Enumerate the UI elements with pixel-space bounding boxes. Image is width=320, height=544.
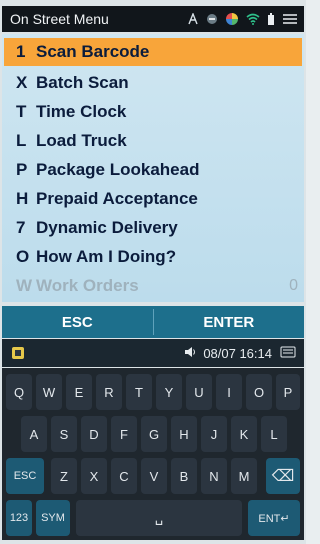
key-c[interactable]: C (111, 458, 137, 494)
menu-item-label: Prepaid Acceptance (36, 188, 198, 208)
keyboard-row-2: A S D F G H J K L (2, 416, 304, 454)
key-w[interactable]: W (36, 374, 62, 410)
enter-softkey[interactable]: ENTER (154, 306, 305, 338)
menu-item-key: H (16, 188, 29, 208)
title-bar: On Street Menu (2, 6, 304, 32)
key-p[interactable]: P (276, 374, 300, 410)
key-q[interactable]: Q (6, 374, 32, 410)
key-y[interactable]: Y (156, 374, 182, 410)
key-enter[interactable]: ENT↵ (248, 500, 300, 536)
menu-item-key: X (16, 72, 28, 92)
key-m[interactable]: M (231, 458, 257, 494)
window-title: On Street Menu (10, 11, 109, 27)
menu-item-dynamic-delivery[interactable]: 7 Dynamic Delivery (2, 213, 304, 242)
antenna-icon (187, 13, 199, 25)
menu-item-scan-barcode[interactable]: 1 Scan Barcode (4, 38, 302, 66)
key-z[interactable]: Z (51, 458, 77, 494)
menu-item-label: Time Clock (36, 101, 127, 121)
key-j[interactable]: J (201, 416, 227, 452)
key-sym[interactable]: SYM (36, 500, 70, 536)
battery-icon (267, 12, 275, 26)
menu-item-batch-scan[interactable]: X Batch Scan (2, 68, 304, 97)
menu-item-prepaid-acceptance[interactable]: H Prepaid Acceptance (2, 184, 304, 213)
key-s[interactable]: S (51, 416, 77, 452)
keyboard-row-3: ESC Z X C V B N M ⌫ (2, 458, 304, 496)
key-l[interactable]: L (261, 416, 287, 452)
key-f[interactable]: F (111, 416, 137, 452)
key-u[interactable]: U (186, 374, 212, 410)
key-r[interactable]: R (96, 374, 122, 410)
menu-icon[interactable] (282, 13, 298, 25)
menu-item-key: T (16, 101, 27, 121)
work-orders-count: 0 (289, 276, 298, 294)
key-o[interactable]: O (246, 374, 272, 410)
key-b[interactable]: B (171, 458, 197, 494)
keyboard-row-4: 123 SYM ␣ ENT↵ (2, 500, 304, 538)
menu-item-key: O (16, 246, 30, 266)
menu-item-key: 7 (16, 217, 26, 237)
menu-item-key: P (16, 159, 28, 179)
device-screen: On Street Menu 1 Scan Barcode X Batch Sc… (0, 0, 306, 544)
menu-item-key: W (16, 275, 33, 295)
key-n[interactable]: N (201, 458, 227, 494)
status-icons (187, 12, 304, 26)
key-g[interactable]: G (141, 416, 167, 452)
key-k[interactable]: K (231, 416, 257, 452)
on-screen-keyboard: Q W E R T Y U I O P A S D F G H J K L ES… (2, 368, 304, 540)
menu-item-how-am-i-doing[interactable]: O How Am I Doing? (2, 242, 304, 271)
key-x[interactable]: X (81, 458, 107, 494)
menu-item-time-clock[interactable]: T Time Clock (2, 97, 304, 126)
key-a[interactable]: A (21, 416, 47, 452)
menu-item-key: L (16, 130, 27, 150)
key-d[interactable]: D (81, 416, 107, 452)
color-wheel-icon (225, 12, 239, 26)
menu-item-work-orders: W Work Orders 0 (2, 271, 304, 300)
menu-item-package-lookahead[interactable]: P Package Lookahead (2, 155, 304, 184)
softkey-bar: ESC ENTER (2, 306, 304, 338)
main-menu: 1 Scan Barcode X Batch Scan T Time Clock… (2, 34, 304, 302)
menu-item-label: Load Truck (36, 130, 127, 150)
key-123[interactable]: 123 (6, 500, 32, 536)
menu-item-label: Work Orders (36, 275, 139, 295)
menu-item-load-truck[interactable]: L Load Truck (2, 126, 304, 155)
menu-item-label: Batch Scan (36, 72, 129, 92)
volume-icon (183, 345, 197, 362)
key-h[interactable]: H (171, 416, 197, 452)
key-esc[interactable]: ESC (6, 458, 44, 494)
key-i[interactable]: I (216, 374, 242, 410)
keyboard-icon[interactable] (280, 346, 296, 361)
wifi-icon (246, 13, 260, 25)
menu-item-key: 1 (16, 42, 26, 61)
signal-icon (206, 13, 218, 25)
menu-item-label: Dynamic Delivery (36, 217, 178, 237)
key-e[interactable]: E (66, 374, 92, 410)
backspace-key-icon[interactable]: ⌫ (266, 458, 300, 494)
key-t[interactable]: T (126, 374, 152, 410)
keyboard-row-1: Q W E R T Y U I O P (2, 374, 304, 412)
menu-item-label: Scan Barcode (36, 42, 150, 61)
key-v[interactable]: V (141, 458, 167, 494)
space-bar[interactable]: ␣ (76, 500, 242, 536)
menu-item-label: How Am I Doing? (36, 246, 177, 266)
sim-card-icon (10, 345, 26, 361)
date-time: 08/07 16:14 (203, 345, 272, 361)
system-status-bar: 08/07 16:14 (2, 339, 304, 367)
esc-softkey[interactable]: ESC (2, 306, 153, 338)
menu-item-label: Package Lookahead (36, 159, 200, 179)
